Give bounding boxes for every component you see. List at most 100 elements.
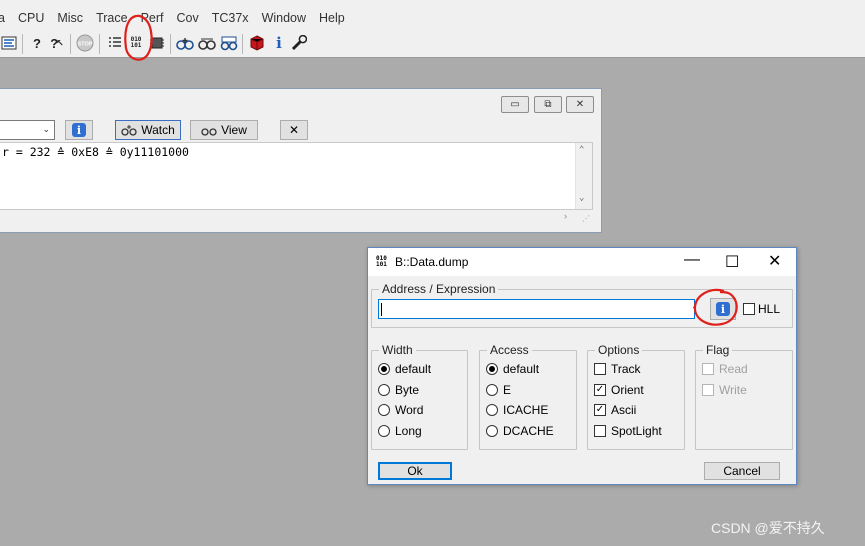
glasses-add-icon[interactable] <box>176 34 194 52</box>
option-label: default <box>395 362 432 376</box>
watch-info-button[interactable]: i <box>65 120 93 140</box>
checkbox <box>702 384 714 396</box>
maximize-icon: ⧉ <box>544 99 552 110</box>
width-option-word[interactable]: Word <box>378 403 423 417</box>
stop-label: STOP <box>78 42 93 48</box>
option-track[interactable]: Track <box>594 362 641 376</box>
address-expression-input[interactable]: ‹ <box>378 299 696 319</box>
glasses-add-icon <box>121 124 137 136</box>
maximize-button[interactable]: ☐ <box>725 252 739 272</box>
cancel-label: Cancel <box>723 464 761 478</box>
watch-button-label: Watch <box>141 123 175 137</box>
option-ascii[interactable]: ✓ Ascii <box>594 403 636 417</box>
stop-icon[interactable]: STOP <box>76 34 94 52</box>
radio-button[interactable] <box>486 384 498 396</box>
scroll-up-icon[interactable]: ⌃ <box>579 145 584 155</box>
width-option-long[interactable]: Long <box>378 424 422 438</box>
hll-label: HLL <box>758 302 781 316</box>
width-option-default[interactable]: default <box>378 362 431 376</box>
option-label: Track <box>611 362 641 376</box>
option-label: Write <box>719 383 747 397</box>
hll-checkbox[interactable]: HLL <box>743 302 780 316</box>
option-label: DCACHE <box>503 424 554 438</box>
checkbox[interactable] <box>594 425 606 437</box>
option-label: Orient <box>611 383 644 397</box>
toolbar-separator <box>99 34 100 54</box>
info-icon[interactable]: i <box>270 34 288 52</box>
radio-button[interactable] <box>378 363 390 375</box>
option-label: Word <box>395 403 424 417</box>
menu-tc37x[interactable]: TC37x <box>212 11 249 25</box>
data-dump-dialog: 010 101 B::Data.dump — ☐ ✕ Address / Expr… <box>367 247 797 485</box>
data-dump-icon: 010 101 <box>376 255 387 268</box>
access-option-icache[interactable]: ICACHE <box>486 403 548 417</box>
flag-legend: Flag <box>706 343 730 357</box>
wrench-icon[interactable] <box>290 34 308 52</box>
watch-tool-button[interactable]: ✕ <box>280 120 308 140</box>
annotation-circle-toolbar <box>124 14 153 61</box>
menu-help[interactable]: Help <box>319 11 345 25</box>
checkbox[interactable]: ✓ <box>594 384 606 396</box>
access-option-default[interactable]: default <box>486 362 539 376</box>
width-option-byte[interactable]: Byte <box>378 383 419 397</box>
watch-button[interactable]: Watch <box>115 120 181 140</box>
glasses-edit-icon[interactable] <box>220 34 238 52</box>
dialog-title: B::Data.dump <box>395 255 469 269</box>
menu-window[interactable]: Window <box>262 11 306 25</box>
checkbox <box>702 363 714 375</box>
view-button[interactable]: View <box>190 120 258 140</box>
flag-write: Write <box>702 383 747 397</box>
radio-button[interactable] <box>378 425 390 437</box>
radio-button[interactable] <box>378 384 390 396</box>
close-button[interactable]: ✕ <box>768 251 781 271</box>
minimize-button[interactable]: — <box>684 251 700 269</box>
ok-button[interactable]: Ok <box>378 462 452 480</box>
watch-expression-select[interactable]: ⌄ <box>0 120 55 140</box>
red-cube-icon[interactable] <box>248 34 266 52</box>
resize-grip-icon[interactable]: ⋰ <box>582 214 590 223</box>
minimize-button[interactable]: ▭ <box>501 96 529 113</box>
close-button[interactable]: ✕ <box>566 96 594 113</box>
close-icon: ✕ <box>575 99 585 110</box>
access-option-dcache[interactable]: DCACHE <box>486 424 554 438</box>
address-legend: Address / Expression <box>382 282 496 296</box>
watch-value-line: r = 232 ≙ 0xE8 ≙ 0y11101000 <box>2 145 189 159</box>
toolbar-separator <box>242 34 243 54</box>
vertical-scrollbar[interactable]: ⌃ ⌄ <box>575 143 592 209</box>
dialog-titlebar: 010 101 B::Data.dump — ☐ ✕ <box>368 248 796 276</box>
options-legend: Options <box>598 343 640 357</box>
context-help-icon[interactable]: ? ↖ <box>48 34 66 52</box>
hll-check-box[interactable] <box>743 303 755 315</box>
menu-misc[interactable]: Misc <box>57 11 83 25</box>
option-label: Long <box>395 424 422 438</box>
cancel-button[interactable]: Cancel <box>704 462 780 480</box>
option-label: SpotLight <box>611 424 662 438</box>
checkbox[interactable]: ✓ <box>594 404 606 416</box>
menu-cov[interactable]: Cov <box>177 11 199 25</box>
radio-button[interactable] <box>486 363 498 375</box>
width-legend: Width <box>382 343 413 357</box>
menu-cpu[interactable]: CPU <box>18 11 44 25</box>
option-label: Byte <box>395 383 420 397</box>
radio-button[interactable] <box>486 404 498 416</box>
option-label: E <box>503 383 512 397</box>
glasses-icon[interactable] <box>198 34 216 52</box>
option-label: Ascii <box>611 403 637 417</box>
info-icon: i <box>72 123 86 137</box>
option-label: ICACHE <box>503 403 549 417</box>
radio-button[interactable] <box>378 404 390 416</box>
help-icon[interactable]: ? <box>28 34 46 52</box>
text-caret <box>381 303 382 316</box>
checkbox[interactable] <box>594 363 606 375</box>
radio-button[interactable] <box>486 425 498 437</box>
option-spotlight[interactable]: SpotLight <box>594 424 662 438</box>
menu-item-partial[interactable]: a <box>0 11 5 25</box>
option-orient[interactable]: ✓ Orient <box>594 383 644 397</box>
mnu-icon[interactable] <box>0 34 18 52</box>
maximize-button[interactable]: ⧉ <box>534 96 562 113</box>
access-option-e[interactable]: E <box>486 383 511 397</box>
scroll-right-icon[interactable]: › <box>564 211 567 221</box>
scroll-down-icon[interactable]: ⌄ <box>579 193 584 203</box>
view-button-label: View <box>221 123 247 137</box>
tools-icon: ✕ <box>288 123 300 137</box>
